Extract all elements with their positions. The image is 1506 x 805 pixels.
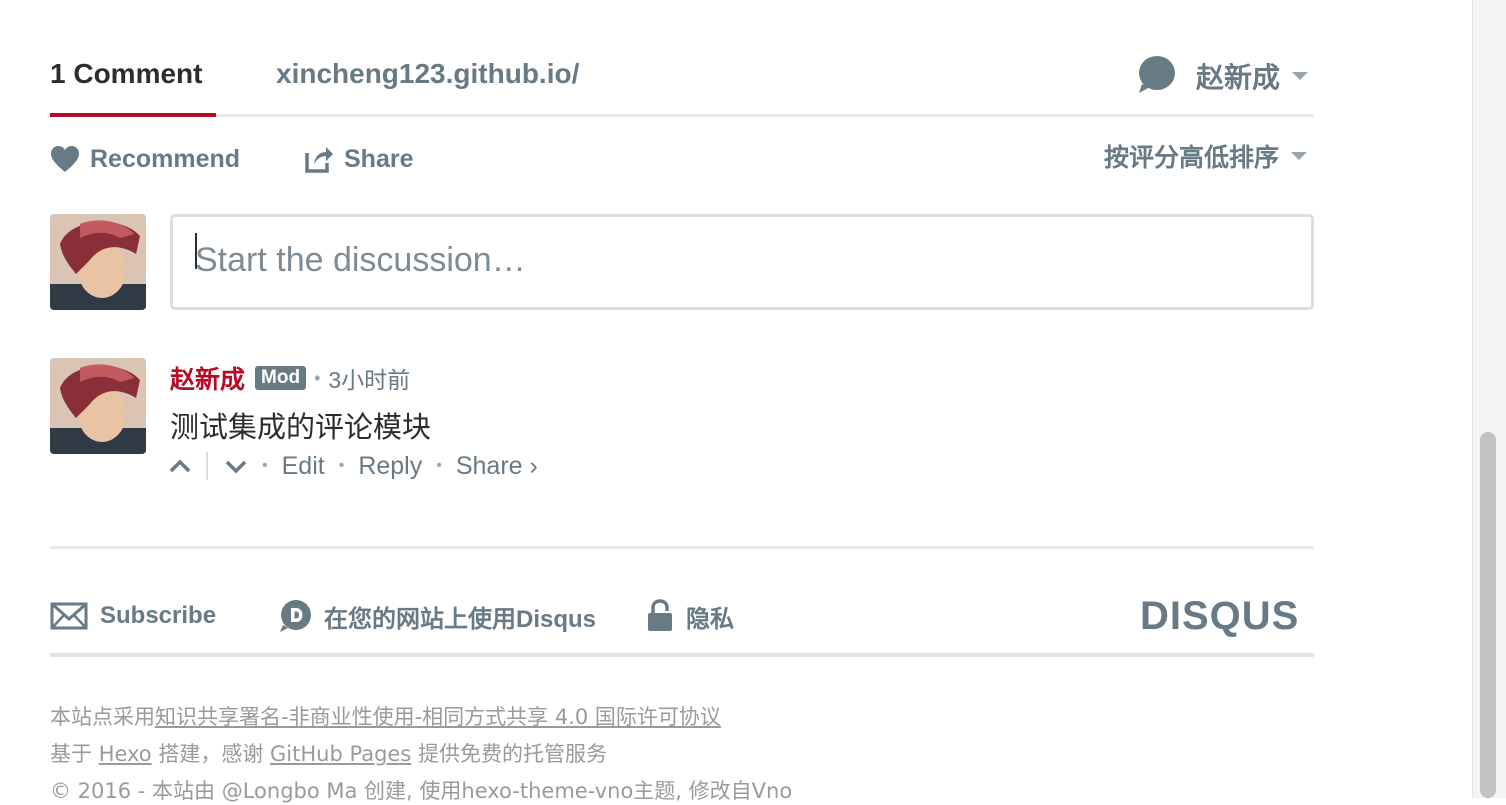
comment-input[interactable]	[173, 217, 1295, 303]
license-line: 本站点采用知识共享署名-非商业性使用-相同方式共享 4.0 国际许可协议	[50, 701, 721, 731]
avatar[interactable]	[50, 358, 146, 454]
chevron-down-icon	[1291, 152, 1308, 160]
active-tab-underline	[50, 113, 216, 117]
privacy-link[interactable]: 隐私	[646, 598, 734, 634]
disqus-d-icon	[280, 600, 311, 632]
tab-community-link[interactable]: xincheng123.github.io/	[276, 58, 579, 90]
comment-footer: • Edit • Reply • Share ›	[168, 448, 538, 484]
share-label: Share	[344, 144, 414, 173]
footer-divider	[50, 653, 1314, 657]
lock-icon	[648, 599, 672, 631]
sort-dropdown[interactable]: 按评分高低排序	[1104, 138, 1308, 174]
powered-by-line: 基于 Hexo 搭建，感谢 GitHub Pages 提供免费的托管服务	[50, 738, 607, 768]
scrollbar-thumb[interactable]	[1480, 432, 1496, 798]
heart-icon	[51, 146, 79, 172]
powered-suffix: 提供免费的托管服务	[411, 742, 607, 766]
separator-dot: •	[436, 457, 442, 474]
tab-comment-count[interactable]: 1 Comment	[50, 58, 202, 90]
add-disqus-label: 在您的网站上使用Disqus	[324, 605, 597, 633]
chevron-down-icon[interactable]	[1292, 72, 1309, 80]
recommend-button[interactable]: Recommend	[50, 142, 240, 176]
nav-divider	[50, 114, 1314, 117]
notification-bubble-icon[interactable]	[1136, 54, 1176, 99]
subscribe-label: Subscribe	[100, 602, 217, 629]
comments-divider	[50, 546, 1314, 549]
envelope-icon	[50, 602, 88, 630]
sort-label: 按评分高低排序	[1104, 144, 1280, 172]
copyright-line: © 2016 - 本站由 @Longbo Ma 创建, 使用hexo-theme…	[50, 779, 793, 803]
reply-link[interactable]: Reply	[358, 452, 422, 481]
powered-mid: 搭建，感谢	[151, 742, 271, 766]
license-prefix: 本站点采用	[50, 705, 155, 729]
user-name[interactable]: 赵新成	[1196, 56, 1280, 96]
mod-badge: Mod	[255, 366, 307, 390]
github-pages-link[interactable]: GitHub Pages	[270, 742, 411, 766]
hexo-link[interactable]: Hexo	[99, 742, 152, 766]
add-disqus-link[interactable]: 在您的网站上使用Disqus	[278, 598, 596, 634]
comment-header: 赵新成 Mod • 3小时前	[170, 360, 410, 396]
disqus-logo[interactable]: DISQUS	[1140, 594, 1299, 639]
comment-share-link[interactable]: Share ›	[456, 452, 538, 481]
comment-timestamp[interactable]: 3小时前	[328, 361, 410, 395]
subscribe-link[interactable]: Subscribe	[50, 598, 216, 634]
avatar	[50, 214, 146, 310]
comment-body: 测试集成的评论模块	[170, 412, 432, 444]
upvote-icon[interactable]	[168, 452, 192, 481]
share-icon	[305, 147, 333, 173]
comment-author[interactable]: 赵新成	[170, 360, 245, 396]
share-button[interactable]: Share	[304, 142, 413, 176]
downvote-icon[interactable]	[224, 452, 248, 481]
separator-dot: •	[314, 367, 321, 388]
vote-divider	[206, 452, 208, 480]
comment-composer[interactable]	[170, 214, 1314, 310]
text-cursor	[195, 233, 197, 269]
separator-dot: •	[338, 457, 345, 474]
license-link[interactable]: 知识共享署名-非商业性使用-相同方式共享 4.0 国际许可协议	[155, 705, 721, 729]
separator-dot: •	[262, 457, 268, 474]
recommend-label: Recommend	[90, 144, 241, 173]
powered-prefix: 基于	[50, 742, 99, 766]
privacy-label: 隐私	[686, 605, 734, 633]
edit-link[interactable]: Edit	[282, 452, 325, 481]
user-menu[interactable]: 赵新成	[1136, 54, 1309, 99]
